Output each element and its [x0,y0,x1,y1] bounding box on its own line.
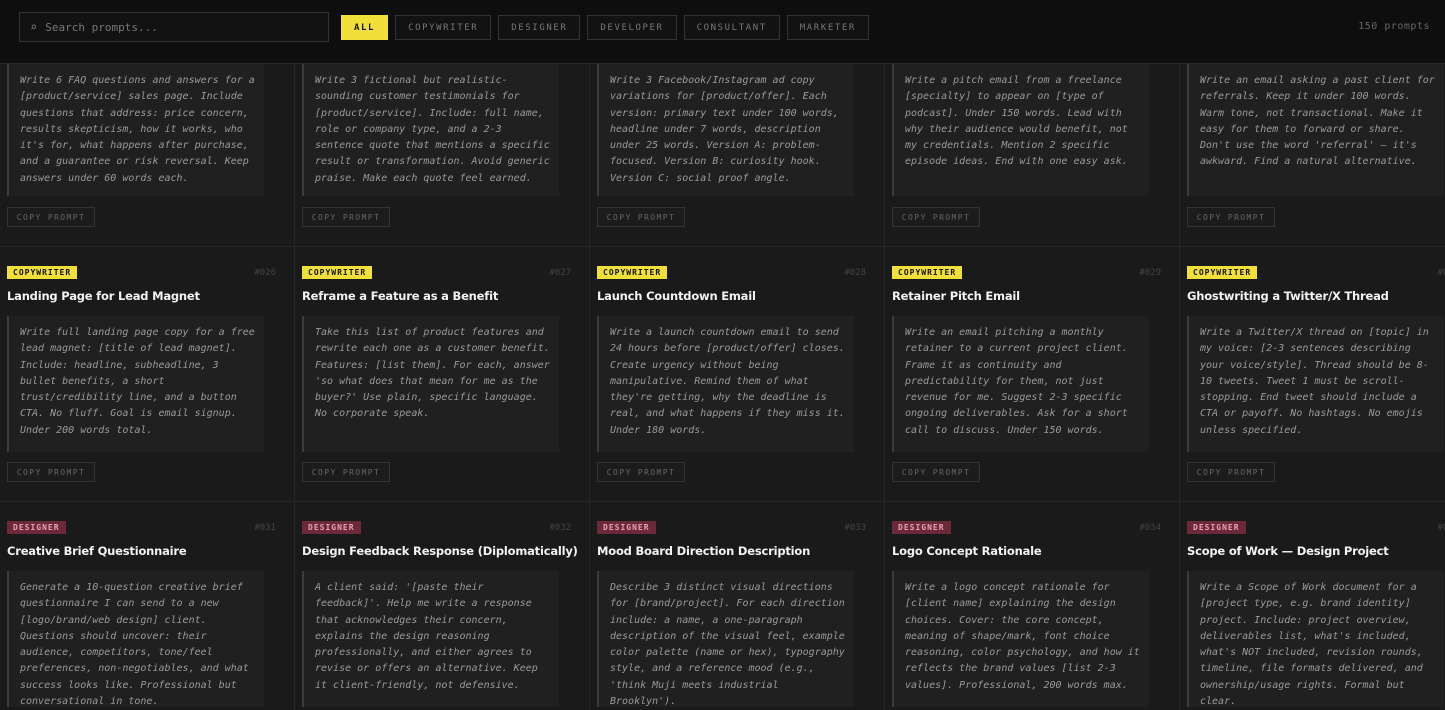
prompt-number: #028 [844,268,866,278]
prompt-text: Write a logo concept rationale for [clie… [892,571,1149,707]
top-bar: ⌕ ALL COPYWRITER DESIGNER DEVELOPER CONS… [0,0,1445,64]
prompt-text: Write an email asking a past client for … [1187,64,1444,196]
filter-copywriter[interactable]: COPYWRITER [395,15,492,40]
category-badge: COPYWRITER [892,266,963,279]
prompt-count: 150 prompts [1358,21,1430,32]
prompt-text: Write a launch countdown email to send 2… [597,316,854,452]
prompt-grid: Write 6 FAQ questions and answers for a … [0,0,1445,710]
prompt-title: Design Feedback Response (Diplomatically… [302,544,578,558]
prompt-title: Scope of Work — Design Project [1187,544,1389,558]
category-badge: COPYWRITER [7,266,78,279]
prompt-card[interactable]: COPYWRITER #027 Reframe a Feature as a B… [295,247,590,502]
prompt-number: #026 [254,268,276,278]
prompt-card[interactable]: COPYWRITER #029 Retainer Pitch Email Wri… [885,247,1180,502]
prompt-text: A client said: '[paste their feedback]'.… [302,571,559,707]
prompt-title: Creative Brief Questionnaire [7,544,187,558]
copy-prompt-button[interactable]: COPY PROMPT [892,462,980,482]
search-box[interactable]: ⌕ [19,12,329,42]
prompt-title: Launch Countdown Email [597,289,756,303]
filter-designer[interactable]: DESIGNER [498,15,581,40]
prompt-text: Generate a 10-question creative brief qu… [7,571,264,707]
prompt-card[interactable]: DESIGNER #034 Logo Concept Rationale Wri… [885,502,1180,710]
prompt-number: #032 [549,523,571,533]
prompt-title: Reframe a Feature as a Benefit [302,289,499,303]
filter-all[interactable]: ALL [341,15,389,40]
prompt-number: #033 [844,523,866,533]
prompt-text: Write a pitch email from a freelance [sp… [892,64,1149,196]
copy-prompt-button[interactable]: COPY PROMPT [302,207,390,227]
category-badge: DESIGNER [1187,521,1246,534]
prompt-card[interactable]: DESIGNER #031 Creative Brief Questionnai… [0,502,295,710]
copy-prompt-button[interactable]: COPY PROMPT [7,462,95,482]
copy-prompt-button[interactable]: COPY PROMPT [597,462,685,482]
filter-consultant[interactable]: CONSULTANT [683,15,780,40]
prompt-title: Mood Board Direction Description [597,544,811,558]
prompt-number: #030 [1437,268,1445,278]
copy-prompt-button[interactable]: COPY PROMPT [597,207,685,227]
prompt-card[interactable]: DESIGNER #032 Design Feedback Response (… [295,502,590,710]
prompt-text: Write a Scope of Work document for a [pr… [1187,571,1444,707]
search-icon: ⌕ [30,20,38,34]
prompt-card[interactable]: COPYWRITER #030 Ghostwriting a Twitter/X… [1180,247,1445,502]
category-filters: ALL COPYWRITER DESIGNER DEVELOPER CONSUL… [341,15,869,40]
prompt-text: Write 3 Facebook/Instagram ad copy varia… [597,64,854,196]
category-badge: DESIGNER [302,521,361,534]
prompt-number: #035 [1437,523,1445,533]
prompt-card[interactable]: COPYWRITER #028 Launch Countdown Email W… [590,247,885,502]
copy-prompt-button[interactable]: COPY PROMPT [1187,207,1275,227]
prompt-text: Write an email pitching a monthly retain… [892,316,1149,452]
prompt-text: Take this list of product features and r… [302,316,559,452]
prompt-text: Write 3 fictional but realistic-sounding… [302,64,559,196]
category-badge: DESIGNER [597,521,656,534]
copy-prompt-button[interactable]: COPY PROMPT [302,462,390,482]
category-badge: COPYWRITER [1187,266,1258,279]
prompt-number: #034 [1139,523,1161,533]
prompt-title: Logo Concept Rationale [892,544,1042,558]
prompt-number: #027 [549,268,571,278]
prompt-text: Describe 3 distinct visual directions fo… [597,571,854,707]
prompt-card[interactable]: DESIGNER #033 Mood Board Direction Descr… [590,502,885,710]
prompt-text: Write a Twitter/X thread on [topic] in m… [1187,316,1444,452]
prompt-title: Ghostwriting a Twitter/X Thread [1187,289,1389,303]
category-badge: DESIGNER [7,521,66,534]
prompt-number: #029 [1139,268,1161,278]
prompt-number: #031 [254,523,276,533]
copy-prompt-button[interactable]: COPY PROMPT [892,207,980,227]
prompt-card[interactable]: COPYWRITER #026 Landing Page for Lead Ma… [0,247,295,502]
copy-prompt-button[interactable]: COPY PROMPT [7,207,95,227]
category-badge: COPYWRITER [597,266,668,279]
prompt-text: Write 6 FAQ questions and answers for a … [7,64,264,196]
prompt-text: Write full landing page copy for a free … [7,316,264,452]
filter-developer[interactable]: DEVELOPER [587,15,677,40]
category-badge: DESIGNER [892,521,951,534]
filter-marketer[interactable]: MARKETER [786,15,869,40]
copy-prompt-button[interactable]: COPY PROMPT [1187,462,1275,482]
prompt-card[interactable]: DESIGNER #035 Scope of Work — Design Pro… [1180,502,1445,710]
category-badge: COPYWRITER [302,266,373,279]
prompt-title: Retainer Pitch Email [892,289,1020,303]
search-input[interactable] [45,20,296,34]
prompt-title: Landing Page for Lead Magnet [7,289,200,303]
